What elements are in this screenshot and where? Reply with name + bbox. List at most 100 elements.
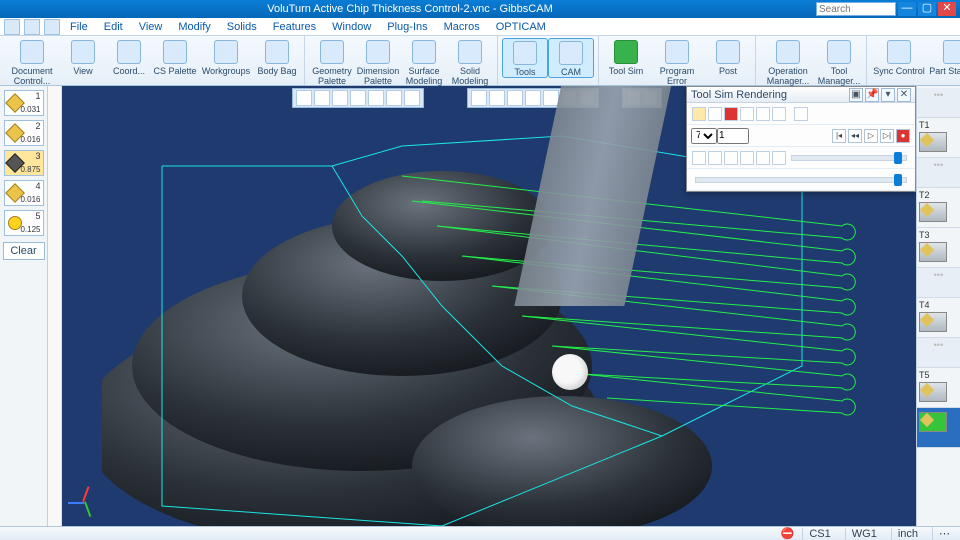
view-button[interactable]: View (60, 38, 106, 76)
geometry-palette-button[interactable]: Geometry Palette (309, 38, 355, 86)
part-stations-button[interactable]: Part Stations (927, 38, 960, 76)
minimize-button[interactable]: — (898, 2, 916, 16)
opacity-slider[interactable] (791, 155, 907, 161)
status-wg[interactable]: WG1 (845, 528, 883, 540)
post-button[interactable]: Post (705, 38, 751, 76)
qa-new-icon[interactable] (4, 19, 20, 35)
vt-icon[interactable] (296, 90, 312, 106)
tool-insert (552, 354, 588, 390)
maximize-button[interactable]: ▢ (918, 2, 936, 16)
axis-gizmo (70, 488, 100, 518)
title-bar: VoluTurn Active Chip Thickness Control-2… (0, 0, 960, 18)
operation-tracks: ••• T1 ••• T2 T3 ••• T4 ••• T5 (916, 86, 960, 526)
sim-opt-icon[interactable] (724, 107, 738, 121)
shade-opt-icon[interactable] (756, 151, 770, 165)
record-icon[interactable]: ● (896, 129, 910, 143)
sim-scale-input[interactable] (717, 128, 749, 144)
tool-tile[interactable]: 50.125 (4, 210, 44, 236)
vt-icon[interactable] (404, 90, 420, 106)
track-item-active[interactable] (917, 408, 960, 448)
menu-plugins[interactable]: Plug-Ins (379, 21, 435, 33)
status-cs[interactable]: CS1 (802, 528, 836, 540)
clear-button[interactable]: Clear (3, 242, 45, 260)
sim-opt-icon[interactable] (794, 107, 808, 121)
tools-button[interactable]: Tools (502, 38, 548, 78)
status-more-icon[interactable]: ⋯ (932, 527, 956, 540)
shade-opt-icon[interactable] (708, 151, 722, 165)
shade-opt-icon[interactable] (724, 151, 738, 165)
tool-manager-button[interactable]: Tool Manager... (816, 38, 862, 86)
vt-icon[interactable] (350, 90, 366, 106)
step-fwd-icon[interactable]: ▷| (880, 129, 894, 143)
menu-opticam[interactable]: OPTICAM (488, 21, 554, 33)
panel-pin-icon[interactable]: 📌 (865, 88, 879, 102)
vt-icon[interactable] (489, 90, 505, 106)
menu-edit[interactable]: Edit (96, 21, 131, 33)
panel-menu-icon[interactable]: ▾ (881, 88, 895, 102)
vt-icon[interactable] (471, 90, 487, 106)
skip-back-icon[interactable]: |◂ (832, 129, 846, 143)
vt-icon[interactable] (386, 90, 402, 106)
sim-opt-icon[interactable] (708, 107, 722, 121)
operation-manager-button[interactable]: Operation Manager... (760, 38, 816, 86)
track-item[interactable]: T1 (917, 118, 960, 158)
tool-sim-button[interactable]: Tool Sim (603, 38, 649, 76)
track-item[interactable]: T5 (917, 368, 960, 408)
tool-sim-title: Tool Sim Rendering (691, 89, 787, 101)
track-item[interactable]: T4 (917, 298, 960, 338)
progress-slider[interactable] (695, 177, 907, 183)
sim-opt-icon[interactable] (740, 107, 754, 121)
shade-opt-icon[interactable] (692, 151, 706, 165)
tool-tile[interactable]: 20.016 (4, 120, 44, 146)
status-unit[interactable]: inch (891, 528, 924, 540)
vt-icon[interactable] (314, 90, 330, 106)
body-bag-button[interactable]: Body Bag (254, 38, 300, 76)
track-item[interactable]: T2 (917, 188, 960, 228)
surface-modeling-button[interactable]: Surface Modeling (401, 38, 447, 86)
play-icon[interactable]: ▷ (864, 129, 878, 143)
menu-modify[interactable]: Modify (170, 21, 218, 33)
track-slot[interactable]: ••• (917, 88, 960, 118)
vt-icon[interactable] (368, 90, 384, 106)
vt-icon[interactable] (332, 90, 348, 106)
status-stop-icon[interactable]: ⛔ (781, 527, 795, 540)
workgroups-button[interactable]: Workgroups (198, 38, 254, 76)
qa-open-icon[interactable] (24, 19, 40, 35)
track-slot[interactable]: ••• (917, 158, 960, 188)
menu-bar: File Edit View Modify Solids Features Wi… (0, 18, 960, 36)
sync-control-button[interactable]: Sync Control (871, 38, 927, 76)
qa-save-icon[interactable] (44, 19, 60, 35)
menu-file[interactable]: File (62, 21, 96, 33)
track-slot[interactable]: ••• (917, 338, 960, 368)
tool-tile[interactable]: 30.875 (4, 150, 44, 176)
shade-opt-icon[interactable] (772, 151, 786, 165)
solid-modeling-button[interactable]: Solid Modeling (447, 38, 493, 86)
step-back-icon[interactable]: ◂◂ (848, 129, 862, 143)
cam-button[interactable]: CAM (548, 38, 594, 78)
track-slot[interactable]: ••• (917, 268, 960, 298)
panel-dock-icon[interactable]: ▣ (849, 88, 863, 102)
track-item[interactable]: T3 (917, 228, 960, 268)
tool-tile[interactable]: 40.016 (4, 180, 44, 206)
dimension-palette-button[interactable]: Dimension Palette (355, 38, 401, 86)
close-button[interactable]: ✕ (938, 2, 956, 16)
search-input[interactable] (816, 2, 896, 16)
sim-speed-select[interactable]: 7 (691, 128, 717, 144)
sim-opt-icon[interactable] (756, 107, 770, 121)
shade-opt-icon[interactable] (740, 151, 754, 165)
coord-button[interactable]: Coord... (106, 38, 152, 76)
tool-tile[interactable]: 10.031 (4, 90, 44, 116)
panel-close-icon[interactable]: ✕ (897, 88, 911, 102)
cs-palette-button[interactable]: CS Palette (152, 38, 198, 76)
menu-macros[interactable]: Macros (436, 21, 488, 33)
menu-features[interactable]: Features (265, 21, 324, 33)
vt-icon[interactable] (525, 90, 541, 106)
sim-opt-icon[interactable] (692, 107, 706, 121)
menu-view[interactable]: View (131, 21, 171, 33)
document-control-button[interactable]: Document Control... (4, 38, 60, 86)
menu-solids[interactable]: Solids (219, 21, 265, 33)
sim-opt-icon[interactable] (772, 107, 786, 121)
viewport-3d[interactable]: Tool Sim Rendering ▣ 📌 ▾ ✕ 7 (62, 86, 916, 526)
vt-icon[interactable] (507, 90, 523, 106)
menu-window[interactable]: Window (324, 21, 379, 33)
